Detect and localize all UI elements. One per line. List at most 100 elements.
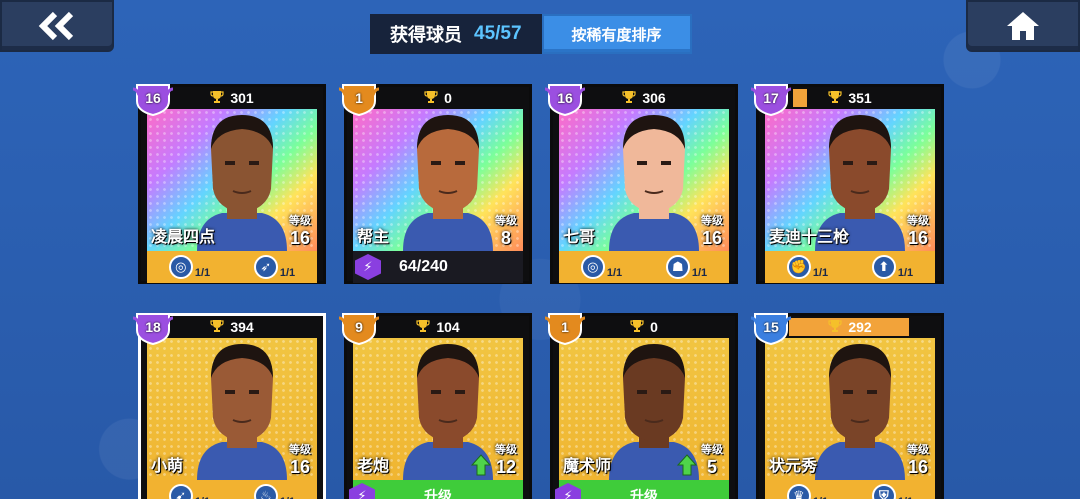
level-value: 16 xyxy=(289,228,311,248)
player-name: 凌晨四点 xyxy=(151,229,216,246)
player-head xyxy=(805,338,915,480)
trophy-icon xyxy=(828,90,842,107)
skill-slot[interactable]: ⛨1/1 xyxy=(871,484,913,499)
player-name: 麦迪十三枪 xyxy=(769,229,850,246)
crown-icon: ♛ xyxy=(786,484,811,499)
player-portrait: 状元秀 等级 16 xyxy=(765,338,935,480)
player-card[interactable]: 1 0 魔术师 等级 5 ⚡ 升级 xyxy=(545,313,738,499)
skill-bar: ➹1/1 ♨1/1 xyxy=(147,480,317,499)
trophy-count: 292 xyxy=(848,319,872,335)
tier-value: 17 xyxy=(763,90,779,106)
tier-badge: 18 xyxy=(133,310,173,348)
skill-slot[interactable]: ☗ 1/1 xyxy=(665,255,708,279)
player-name: 七哥 xyxy=(563,229,596,246)
purple-gem-icon: ⚡ xyxy=(355,254,381,280)
trophy-count: 0 xyxy=(444,90,452,106)
skill-slot[interactable]: ♛1/1 xyxy=(786,484,828,499)
card-progress: ⚡ 64/240 xyxy=(353,251,523,283)
card-progress-value: 64/240 xyxy=(399,258,448,275)
skill-slot[interactable]: ➶ 1/1 xyxy=(253,255,296,279)
player-card[interactable]: 17 351 麦迪十三枪 等级 16 ✊ 1/1 ⬆ 1/1 xyxy=(751,84,944,284)
skill-slot[interactable]: ♨1/1 xyxy=(253,484,295,499)
level-label: 等级 xyxy=(495,215,517,227)
upgrade-label: 升级 xyxy=(424,488,452,499)
purple-gem-icon: ⚡ xyxy=(349,483,375,499)
tier-badge: 16 xyxy=(545,81,585,119)
skill-count: 1/1 xyxy=(897,267,914,279)
back-button[interactable] xyxy=(0,0,114,52)
dribble-icon: ➶ xyxy=(253,255,278,279)
trophy-count: 0 xyxy=(650,319,658,335)
level-label: 等级 xyxy=(289,215,311,227)
purple-gem-icon: ⚡ xyxy=(555,483,581,499)
upgrade-button[interactable]: ⚡ 升级 xyxy=(349,480,523,499)
dunk-icon: ⬆ xyxy=(871,255,896,279)
player-card[interactable]: 9 104 老炮 等级 12 ⚡ 升级 xyxy=(339,313,532,499)
skill-count: 1/1 xyxy=(691,267,708,279)
player-card[interactable]: 16 301 凌晨四点 等级 16 ◎ 1/1 ➶ 1/1 xyxy=(133,84,326,284)
skill-count: 1/1 xyxy=(606,267,623,279)
level-label: 等级 xyxy=(907,444,929,456)
level-label: 等级 xyxy=(907,215,929,227)
trophy-count: 394 xyxy=(230,319,254,335)
player-name: 帮主 xyxy=(357,229,390,246)
tier-value: 16 xyxy=(557,90,573,106)
skill-bar: ◎ 1/1 ➶ 1/1 xyxy=(147,251,317,283)
level-label: 等级 xyxy=(701,444,723,456)
player-level: 等级 5 xyxy=(701,441,723,478)
collected-label: 获得球员 xyxy=(390,25,462,45)
player-name: 魔术师 xyxy=(563,458,612,475)
shield-icon: ⛨ xyxy=(871,484,896,499)
player-head xyxy=(393,109,503,251)
skill-slot[interactable]: ◎ 1/1 xyxy=(168,255,210,279)
skill-count: 1/1 xyxy=(279,267,296,279)
level-label: 等级 xyxy=(701,215,723,227)
skill-slot[interactable]: ✊ 1/1 xyxy=(786,255,828,279)
skill-slot[interactable]: ◎ 1/1 xyxy=(580,255,623,279)
ball-icon: ◎ xyxy=(168,255,193,279)
level-value: 16 xyxy=(701,228,723,248)
muscle-icon: ✊ xyxy=(786,255,811,279)
tier-badge: 16 xyxy=(133,81,173,119)
player-portrait: 麦迪十三枪 等级 16 xyxy=(765,109,935,251)
tier-value: 15 xyxy=(763,319,779,335)
trophy-icon xyxy=(210,319,224,336)
skill-bar: ♛1/1 ⛨1/1 xyxy=(765,480,935,499)
skill-bar: ✊ 1/1 ⬆ 1/1 xyxy=(765,251,935,283)
tier-value: 1 xyxy=(561,319,569,335)
green-up-arrow-icon xyxy=(470,454,492,476)
player-card[interactable]: 1 0 帮主 等级 8 ⚡ 64/240 xyxy=(339,84,532,284)
player-card[interactable]: 18 394 小萌 等级16 ➹1/1 ♨1/1 xyxy=(133,313,326,499)
player-level: 等级 12 xyxy=(495,441,517,478)
tier-value: 16 xyxy=(145,90,161,106)
player-card[interactable]: 16 306 七哥 等级 16 ◎ 1/1 ☗ 1/1 xyxy=(545,84,738,284)
double-chevron-left-icon xyxy=(38,11,74,41)
player-level: 等级 16 xyxy=(907,441,929,478)
tier-value: 1 xyxy=(355,90,363,106)
rocket-ball-icon: ➹ xyxy=(168,484,193,499)
player-card[interactable]: 15 292 状元秀 等级16 ♛1/1 ⛨1/1 xyxy=(751,313,944,499)
green-up-arrow-icon xyxy=(676,454,698,476)
trophy-icon xyxy=(630,319,644,336)
player-level: 等级 16 xyxy=(701,212,723,249)
trophy-count: 306 xyxy=(642,90,666,106)
upgrade-button[interactable]: ⚡ 升级 xyxy=(555,480,729,499)
home-button[interactable] xyxy=(966,0,1080,52)
player-name: 小萌 xyxy=(151,458,184,475)
sort-by-rarity-button[interactable]: 按稀有度排序 xyxy=(541,14,692,54)
player-name: 老炮 xyxy=(357,458,390,475)
level-label: 等级 xyxy=(495,444,517,456)
player-level: 等级 16 xyxy=(289,212,311,249)
trophy-icon xyxy=(210,90,224,107)
player-level: 等级 16 xyxy=(907,212,929,249)
tier-badge: 1 xyxy=(545,310,585,348)
player-head xyxy=(599,109,709,251)
skill-slot[interactable]: ⬆ 1/1 xyxy=(871,255,914,279)
skill-slot[interactable]: ➹1/1 xyxy=(168,484,210,499)
trophy-icon xyxy=(828,319,842,336)
player-level: 等级 8 xyxy=(495,212,517,249)
trophy-icon xyxy=(416,319,430,336)
player-portrait: 凌晨四点 等级 16 xyxy=(147,109,317,251)
level-value: 8 xyxy=(500,228,511,248)
player-name: 状元秀 xyxy=(769,458,818,475)
